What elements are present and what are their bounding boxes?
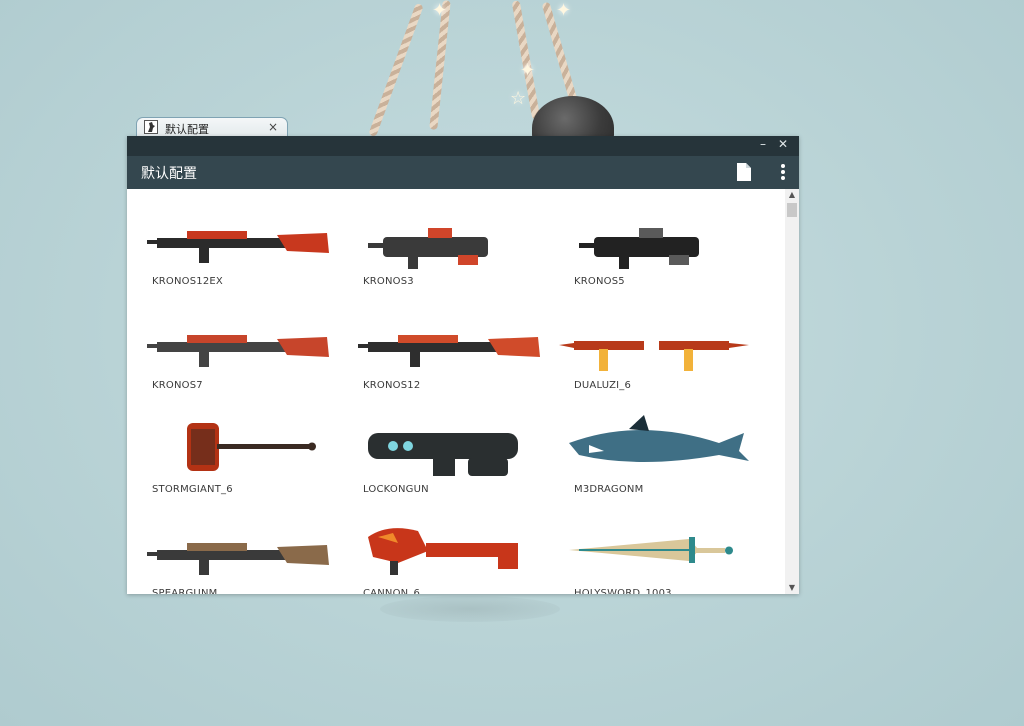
weapon-item[interactable]: LOCKONGUN [338, 397, 549, 501]
app-window: – ✕ 默认配置 KRONOS12EX KRONOS3 KRONOS5 KRONOS7… [127, 136, 799, 594]
weapon-image [147, 543, 329, 575]
scroll-down-icon[interactable]: ▼ [785, 582, 799, 594]
weapon-item[interactable]: M3DRAGONM [549, 397, 760, 501]
weapon-label: KRONOS12 [363, 380, 421, 391]
weapon-item[interactable]: HOLYSWORD_1003 [549, 501, 760, 594]
window-close-button[interactable]: ✕ [778, 137, 788, 151]
weapon-image [147, 335, 329, 367]
weapon-image [559, 341, 749, 371]
scroll-up-icon[interactable]: ▲ [785, 189, 799, 201]
weapon-item[interactable]: SPEARGUNM [127, 501, 338, 594]
weapon-label: LOCKONGUN [363, 484, 429, 495]
soldier-logo-icon [144, 120, 158, 134]
app-toolbar: 默认配置 [127, 156, 799, 189]
weapon-image [147, 231, 329, 263]
browser-tab[interactable]: 默认配置 × [136, 117, 288, 137]
star-decoration: ✦ [432, 0, 448, 21]
weapon-item[interactable]: KRONOS12EX [127, 189, 338, 293]
vertical-scrollbar[interactable]: ▲ ▼ [785, 189, 799, 594]
window-titlebar[interactable]: – ✕ [127, 136, 799, 156]
weapon-image [368, 433, 518, 476]
weapon-image [368, 228, 488, 269]
weapon-image [368, 528, 518, 575]
weapon-image [569, 537, 733, 563]
weapon-item[interactable]: KRONOS3 [338, 189, 549, 293]
weapon-label: KRONOS12EX [152, 276, 223, 287]
weapon-label: STORMGIANT_6 [152, 484, 233, 495]
weapon-label: HOLYSWORD_1003 [574, 588, 672, 594]
weapon-label: KRONOS7 [152, 380, 203, 391]
weapon-item[interactable]: CANNON_6 [338, 501, 549, 594]
weapon-label: DUALUZI_6 [574, 380, 632, 391]
tab-title: 默认配置 [165, 123, 209, 136]
star-decoration: ✦ [520, 60, 536, 81]
weapon-item[interactable]: KRONOS7 [127, 293, 338, 397]
weapon-image [358, 335, 540, 367]
weapon-item[interactable]: KRONOS12 [338, 293, 549, 397]
weapon-label: CANNON_6 [363, 588, 421, 594]
floor-shadow [380, 596, 560, 622]
weapon-image [569, 415, 749, 462]
weapon-label: KRONOS3 [363, 276, 414, 287]
star-decoration: ✦ [556, 0, 572, 21]
page-title: 默认配置 [141, 166, 197, 182]
weapon-grid-viewport[interactable]: KRONOS12EX KRONOS3 KRONOS5 KRONOS7 KRONOS12 D… [127, 189, 785, 594]
star-decoration: ☆ [510, 88, 527, 109]
weapon-image [579, 228, 699, 269]
weapon-label: SPEARGUNM [152, 588, 218, 594]
document-icon[interactable] [736, 163, 751, 181]
background-rope [368, 2, 424, 138]
scrollbar-thumb[interactable] [787, 203, 797, 217]
weapon-item[interactable]: STORMGIANT_6 [127, 397, 338, 501]
more-vert-icon[interactable] [781, 164, 785, 180]
weapon-item[interactable]: KRONOS5 [549, 189, 760, 293]
weapon-image [187, 423, 316, 471]
minimize-button[interactable]: – [760, 137, 766, 151]
weapon-label: KRONOS5 [574, 276, 625, 287]
weapon-item[interactable]: DUALUZI_6 [549, 293, 760, 397]
weapon-label: M3DRAGONM [574, 484, 644, 495]
tab-close-icon[interactable]: × [268, 120, 278, 134]
